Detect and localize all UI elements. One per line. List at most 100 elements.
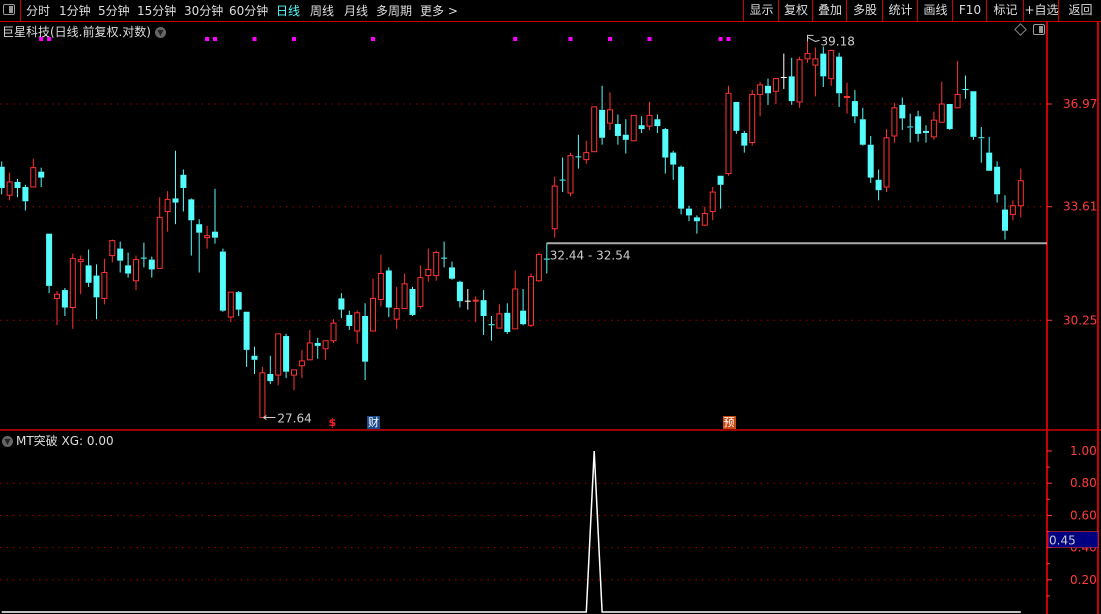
candle[interactable] [148, 256, 155, 278]
candle[interactable] [61, 287, 68, 316]
candle[interactable] [85, 249, 92, 287]
tab-6[interactable]: 日线 [276, 2, 300, 19]
candle[interactable] [69, 253, 76, 329]
candle[interactable] [891, 102, 898, 143]
candle[interactable] [219, 248, 226, 312]
tab-9[interactable]: 多周期 [376, 2, 412, 19]
candle[interactable] [188, 198, 195, 256]
candle[interactable] [235, 291, 242, 316]
candle[interactable] [986, 136, 993, 171]
candle[interactable] [196, 219, 203, 273]
candle[interactable] [449, 261, 455, 280]
candle[interactable] [788, 57, 795, 105]
candle[interactable] [314, 337, 321, 359]
candle[interactable] [172, 150, 179, 225]
candle[interactable] [662, 127, 669, 174]
candle[interactable] [994, 161, 1001, 203]
candle[interactable] [693, 215, 700, 234]
candle[interactable] [512, 270, 519, 330]
candle[interactable] [322, 340, 329, 360]
candle[interactable] [780, 53, 787, 89]
candle[interactable] [259, 366, 266, 419]
candle[interactable] [559, 157, 566, 193]
event-marker-dividend[interactable]: $ [328, 416, 338, 429]
candle[interactable] [717, 175, 724, 209]
candle[interactable] [204, 225, 211, 249]
candle[interactable] [30, 158, 37, 188]
candle[interactable] [0, 161, 5, 195]
candle[interactable] [22, 184, 29, 211]
tab-3[interactable]: 15分钟 [137, 2, 176, 19]
candle[interactable] [938, 81, 945, 123]
event-marker-forecast[interactable]: 预 [722, 416, 736, 429]
candle[interactable] [1009, 200, 1016, 221]
candle[interactable] [804, 41, 811, 63]
toolbar-button-9[interactable]: 返回 [1058, 0, 1101, 21]
candle[interactable] [291, 369, 297, 391]
candle[interactable] [133, 255, 139, 291]
tab-2[interactable]: 5分钟 [98, 2, 130, 19]
candle[interactable] [180, 169, 187, 212]
candle[interactable] [267, 355, 274, 385]
candle[interactable] [354, 310, 361, 344]
toolbar-button-3[interactable]: 多股 [846, 0, 883, 21]
tab-0[interactable]: 分时 [26, 2, 50, 19]
candle[interactable] [749, 90, 756, 146]
candle[interactable] [851, 90, 858, 124]
candle[interactable] [520, 288, 527, 326]
candle[interactable] [599, 85, 606, 145]
candle[interactable] [970, 91, 977, 140]
candle[interactable] [535, 252, 542, 282]
candle[interactable] [480, 290, 487, 335]
candle[interactable] [212, 188, 218, 244]
candle[interactable] [14, 178, 21, 198]
chevron-down-icon[interactable]: ▼ [2, 436, 13, 447]
candle[interactable] [472, 296, 479, 323]
candle[interactable] [227, 291, 234, 323]
candle[interactable] [725, 85, 732, 176]
diamond-icon[interactable] [1014, 23, 1027, 36]
candle[interactable] [125, 252, 132, 278]
candle[interactable] [820, 46, 827, 87]
panel-toggle-icon[interactable] [1033, 24, 1045, 35]
tab-7[interactable]: 周线 [310, 2, 334, 19]
candle[interactable] [678, 165, 685, 215]
candle[interactable] [670, 150, 677, 180]
candle[interactable] [298, 349, 305, 379]
toolbar-button-0[interactable]: 显示 [743, 0, 779, 21]
candle[interactable] [377, 254, 384, 307]
toolbar-button-1[interactable]: 复权 [778, 0, 813, 21]
candle[interactable] [409, 286, 416, 316]
candle[interactable] [346, 310, 353, 330]
candle[interactable] [54, 291, 60, 326]
candle[interactable] [275, 333, 282, 386]
candle[interactable] [551, 176, 558, 238]
candle[interactable] [978, 126, 985, 163]
tab-4[interactable]: 30分钟 [184, 2, 223, 19]
candle[interactable] [504, 303, 511, 334]
candle[interactable] [528, 273, 534, 328]
candle[interactable] [251, 346, 258, 374]
candle[interactable] [6, 172, 13, 201]
candle[interactable] [543, 242, 550, 274]
candle[interactable] [338, 293, 345, 319]
toolbar-button-2[interactable]: 叠加 [812, 0, 847, 21]
sidebar-toggle-icon[interactable] [3, 4, 15, 15]
candle[interactable] [117, 241, 124, 273]
candle[interactable] [456, 280, 463, 308]
candle[interactable] [686, 205, 692, 222]
indicator-title[interactable]: ▼ MT突破 XG: 0.00 [2, 432, 114, 449]
candle[interactable] [772, 78, 779, 104]
candle[interactable] [417, 265, 424, 309]
candle[interactable] [401, 273, 408, 310]
candle[interactable] [701, 206, 708, 226]
candle[interactable] [464, 288, 471, 310]
candle[interactable] [433, 250, 440, 281]
toolbar-button-7[interactable]: 标记 [986, 0, 1024, 21]
candle[interactable] [109, 239, 116, 263]
candle[interactable] [385, 267, 392, 318]
candle[interactable] [741, 130, 748, 153]
candle[interactable] [283, 333, 290, 379]
candle[interactable] [140, 242, 147, 268]
candle[interactable] [362, 303, 369, 380]
